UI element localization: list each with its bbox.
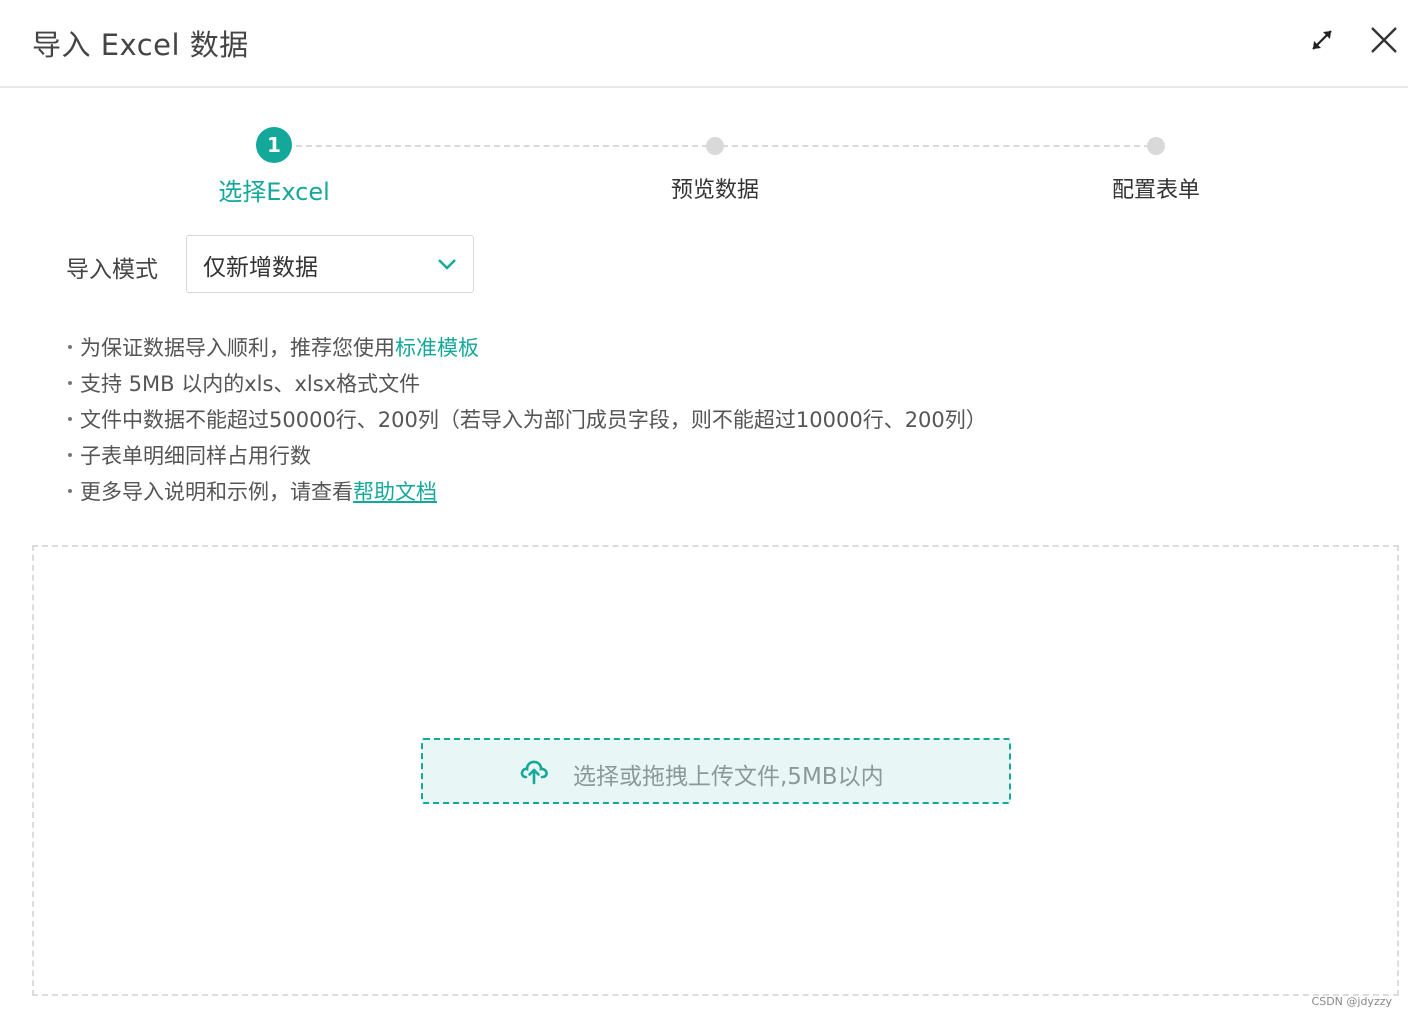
chevron-down-icon (438, 259, 456, 270)
tip-item: 子表单明细同样占用行数 (66, 438, 987, 474)
watermark: CSDN @jdyzzy (1311, 995, 1392, 1008)
step-2-label: 预览数据 (670, 178, 760, 203)
close-icon (1371, 27, 1397, 53)
step-1-label: 选择Excel (218, 178, 330, 206)
tip-text: 为保证数据导入顺利，推荐您使用 (80, 336, 395, 360)
tips-list: 为保证数据导入顺利，推荐您使用标准模板 支持 5MB 以内的xls、xlsx格式… (66, 330, 987, 510)
step-2-dot (706, 137, 724, 155)
expand-button[interactable] (1306, 24, 1338, 56)
step-connector (296, 145, 708, 147)
tip-text: 更多导入说明和示例，请查看 (80, 480, 353, 504)
standard-template-link[interactable]: 标准模板 (395, 336, 479, 360)
step-indicator: 1 选择Excel 预览数据 配置表单 (0, 120, 1408, 210)
upload-label: 选择或拖拽上传文件,5MB以内 (573, 764, 884, 790)
step-connector (722, 145, 1150, 147)
step-3-label: 配置表单 (1111, 178, 1201, 203)
tip-item: 更多导入说明和示例，请查看帮助文档 (66, 474, 987, 510)
step-1-circle: 1 (256, 127, 292, 163)
dialog-title: 导入 Excel 数据 (32, 28, 249, 62)
tip-item: 支持 5MB 以内的xls、xlsx格式文件 (66, 366, 987, 402)
tip-item: 文件中数据不能超过50000行、200列（若导入为部门成员字段，则不能超过100… (66, 402, 987, 438)
import-mode-label: 导入模式 (66, 257, 158, 283)
step-3-dot (1147, 137, 1165, 155)
expand-icon (1312, 30, 1332, 50)
cloud-upload-icon (520, 760, 548, 785)
close-button[interactable] (1368, 24, 1400, 56)
import-mode-select[interactable]: 仅新增数据 (186, 235, 474, 293)
tip-item: 为保证数据导入顺利，推荐您使用标准模板 (66, 330, 987, 366)
help-docs-link[interactable]: 帮助文档 (353, 480, 437, 504)
dialog-header: 导入 Excel 数据 (0, 0, 1408, 88)
import-mode-value: 仅新增数据 (203, 255, 318, 281)
upload-file-button[interactable]: 选择或拖拽上传文件,5MB以内 (421, 738, 1011, 804)
